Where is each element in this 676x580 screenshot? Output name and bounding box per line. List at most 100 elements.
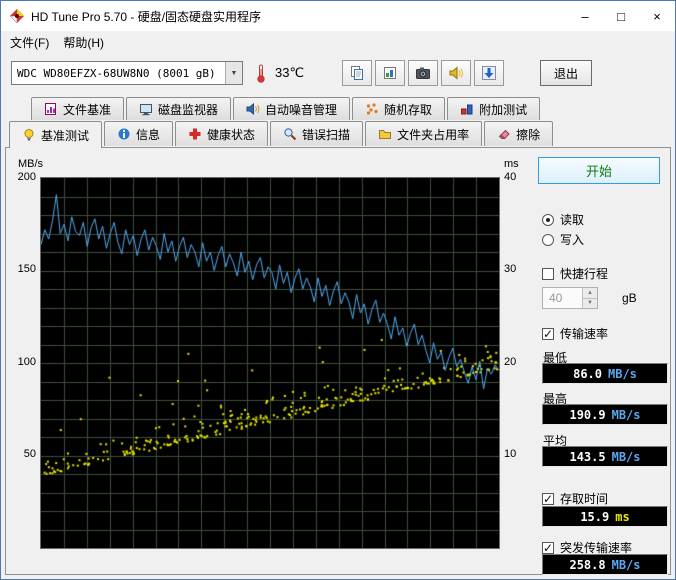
- close-button[interactable]: ×: [639, 1, 675, 31]
- tab-benchmark[interactable]: 基准测试: [9, 121, 102, 148]
- right-tick-30: 30: [504, 263, 516, 275]
- copy-icon: [349, 65, 365, 81]
- checkbox-icon: [542, 328, 554, 340]
- access-time-label: 存取时间: [560, 490, 608, 507]
- tab-label: 信息: [136, 126, 160, 143]
- tab-aam[interactable]: 自动噪音管理: [233, 97, 350, 120]
- benchmark-panel: MB/s ms 200 150 100 50 40 30 20 10 开始 读取…: [5, 147, 671, 575]
- transfer-rate-label: 传输速率: [560, 325, 608, 342]
- app-window: HD Tune Pro 5.70 - 硬盘/固态硬盘实用程序 – □ × 文件(…: [0, 0, 676, 580]
- file-benchmark-icon: [44, 102, 58, 116]
- health-cross-icon: [188, 127, 202, 141]
- tab-erase[interactable]: 擦除: [484, 121, 553, 146]
- save-button[interactable]: [474, 60, 504, 86]
- tab-label: 文件基准: [63, 101, 111, 118]
- tab-label: 随机存取: [384, 101, 432, 118]
- checkbox-icon: [542, 493, 554, 505]
- exit-button[interactable]: 退出: [540, 60, 592, 86]
- left-tick-200: 200: [8, 171, 36, 183]
- tab-info[interactable]: 信息: [104, 121, 173, 146]
- tab-file-benchmark[interactable]: 文件基准: [31, 97, 124, 120]
- right-tick-40: 40: [504, 171, 516, 183]
- tab-health[interactable]: 健康状态: [175, 121, 268, 146]
- sound-button[interactable]: [441, 60, 471, 86]
- checkbox-icon: [542, 268, 554, 280]
- extra-tests-icon: [460, 102, 474, 116]
- avg-speed-display: 143.5 MB/s: [542, 446, 668, 467]
- tab-label: 自动噪音管理: [265, 101, 337, 118]
- short-stroke-size-value: 40: [543, 288, 582, 308]
- burst-rate-unit: MB/s: [612, 558, 641, 572]
- access-time-checkbox[interactable]: 存取时间: [542, 490, 608, 507]
- access-time-value: 15.9: [580, 510, 609, 524]
- read-radio[interactable]: 读取: [542, 211, 584, 228]
- write-radio[interactable]: 写入: [542, 231, 584, 248]
- copy-image-button[interactable]: [375, 60, 405, 86]
- tab-row-upper: 文件基准 磁盘监视器 自动噪音管理 随机存取 附加测试: [31, 97, 540, 120]
- tab-label: 基准测试: [41, 127, 89, 144]
- radio-dot-icon: [542, 214, 554, 226]
- app-icon: [9, 8, 25, 24]
- maximize-button[interactable]: □: [603, 1, 639, 31]
- tab-label: 健康状态: [207, 126, 255, 143]
- left-tick-100: 100: [8, 356, 36, 368]
- tab-error-scan[interactable]: 错误扫描: [270, 121, 363, 146]
- tab-label: 附加测试: [479, 101, 527, 118]
- access-time-unit: ms: [615, 510, 629, 524]
- max-speed-unit: MB/s: [612, 408, 641, 422]
- min-speed-unit: MB/s: [608, 367, 637, 381]
- spinner-up-icon[interactable]: ▲: [583, 288, 597, 298]
- left-axis-unit: MB/s: [18, 158, 43, 170]
- checkbox-icon: [542, 542, 554, 554]
- short-stroke-size-input[interactable]: 40 ▲▼: [542, 287, 598, 309]
- toolbar-buttons: [342, 60, 504, 86]
- window-title: HD Tune Pro 5.70 - 硬盘/固态硬盘实用程序: [31, 8, 261, 25]
- radio-dot-icon: [542, 234, 554, 246]
- benchmark-chart: [40, 177, 500, 549]
- menu-help[interactable]: 帮助(H): [56, 31, 111, 54]
- chevron-down-icon: ▼: [225, 62, 242, 84]
- copy-text-button[interactable]: [342, 60, 372, 86]
- right-tick-20: 20: [504, 356, 516, 368]
- transfer-rate-checkbox[interactable]: 传输速率: [542, 325, 608, 342]
- burst-rate-display: 258.8 MB/s: [542, 554, 668, 575]
- tab-label: 文件夹占用率: [397, 126, 469, 143]
- start-button[interactable]: 开始: [538, 157, 660, 184]
- tab-disk-monitor[interactable]: 磁盘监视器: [126, 97, 231, 120]
- avg-speed-value: 143.5: [569, 450, 605, 464]
- tab-random-access[interactable]: 随机存取: [352, 97, 445, 120]
- magnifier-icon: [283, 127, 297, 141]
- menu-file[interactable]: 文件(F): [3, 31, 56, 54]
- benchmark-lamp-icon: [22, 128, 36, 142]
- speaker-icon: [448, 65, 464, 81]
- tab-folder-usage[interactable]: 文件夹占用率: [365, 121, 482, 146]
- write-radio-label: 写入: [560, 231, 584, 248]
- drive-select[interactable]: WDC WD80EFZX-68UW8N0 (8001 gB) ▼: [11, 61, 243, 85]
- max-speed-display: 190.9 MB/s: [542, 404, 668, 425]
- info-icon: [117, 127, 131, 141]
- burst-rate-value: 258.8: [569, 558, 605, 572]
- drive-select-value: WDC WD80EFZX-68UW8N0 (8001 gB): [12, 67, 225, 80]
- left-tick-50: 50: [8, 448, 36, 460]
- minimize-button[interactable]: –: [567, 1, 603, 31]
- tab-extra-tests[interactable]: 附加测试: [447, 97, 540, 120]
- noise-management-icon: [246, 102, 260, 116]
- short-stroke-unit-label: gB: [622, 291, 637, 305]
- tab-label: 磁盘监视器: [158, 101, 218, 118]
- short-stroke-label: 快捷行程: [560, 265, 608, 282]
- window-controls: – □ ×: [567, 1, 675, 31]
- screenshot-button[interactable]: [408, 60, 438, 86]
- tab-label: 擦除: [516, 126, 540, 143]
- tab-label: 错误扫描: [302, 126, 350, 143]
- max-speed-value: 190.9: [569, 408, 605, 422]
- right-tick-10: 10: [504, 448, 516, 460]
- copy-image-icon: [382, 65, 398, 81]
- short-stroke-checkbox[interactable]: 快捷行程: [542, 265, 608, 282]
- spinner-buttons[interactable]: ▲▼: [582, 288, 597, 308]
- spinner-down-icon[interactable]: ▼: [583, 298, 597, 309]
- toolbar: WDC WD80EFZX-68UW8N0 (8001 gB) ▼ 33℃ 退出: [1, 53, 675, 93]
- min-speed-value: 86.0: [573, 367, 602, 381]
- download-arrow-icon: [481, 65, 497, 81]
- camera-icon: [415, 65, 431, 81]
- right-axis-unit: ms: [504, 158, 519, 170]
